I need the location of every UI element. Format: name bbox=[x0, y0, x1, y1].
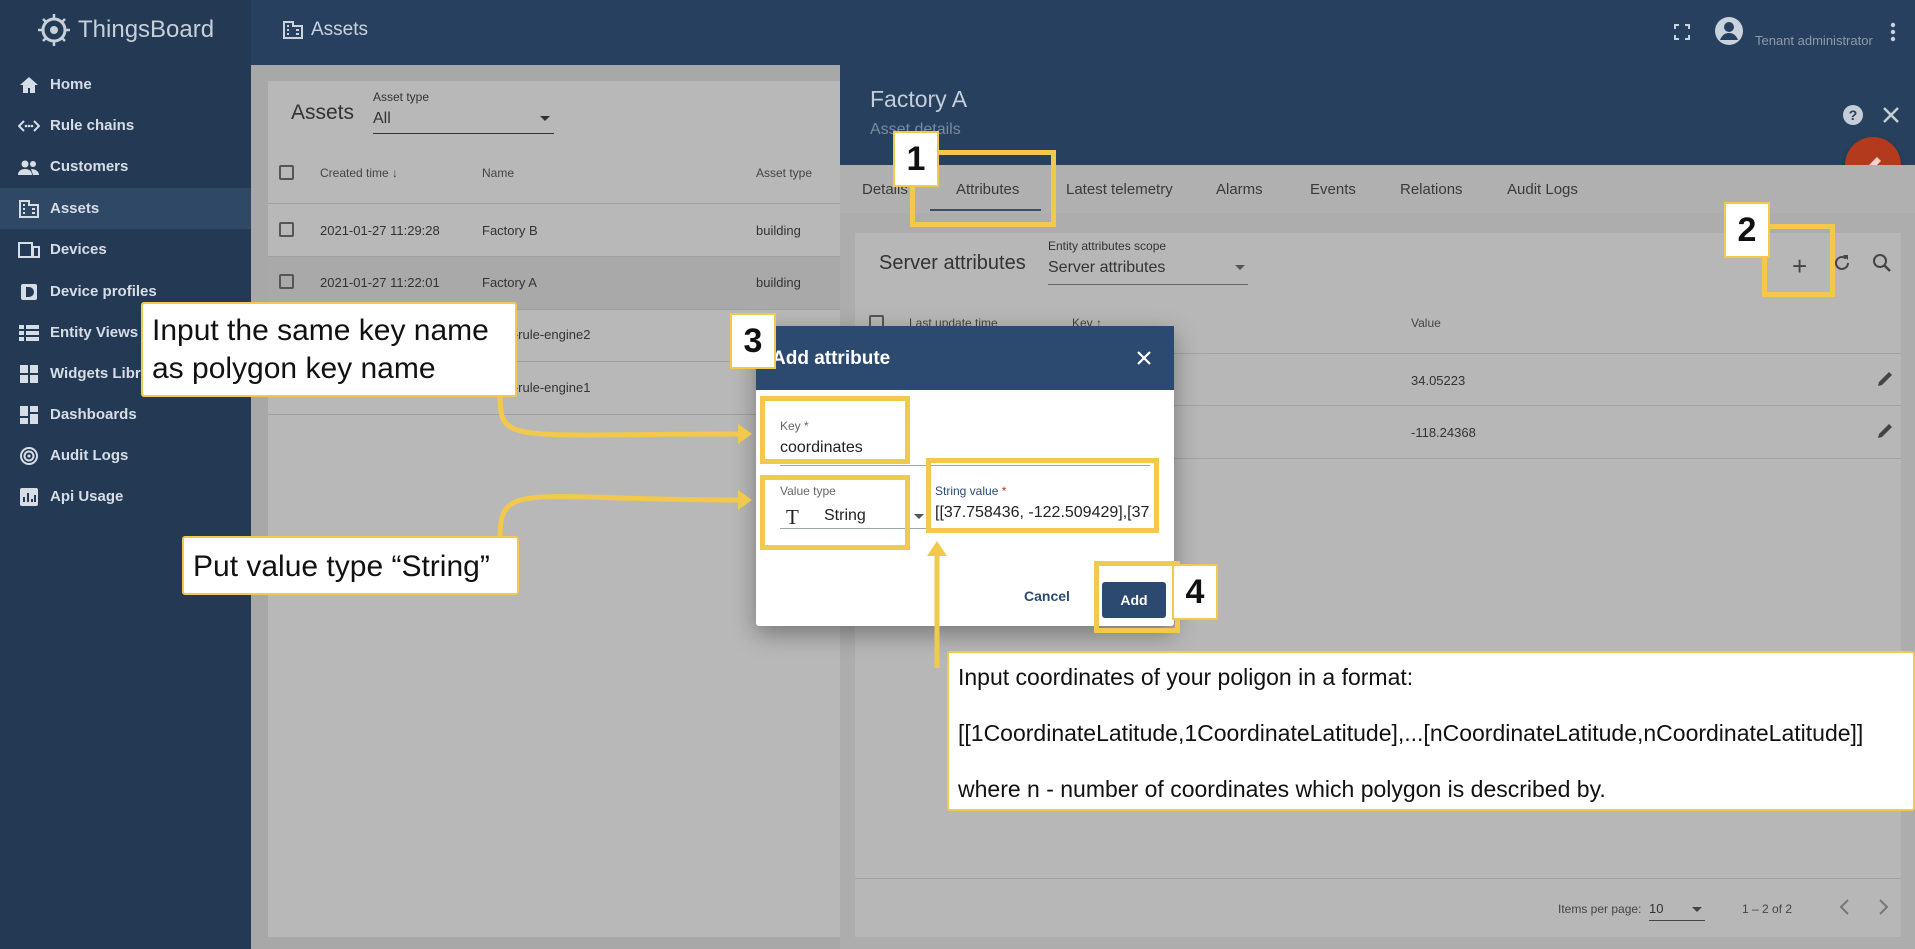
callout-key-name: Input the same key name as polygon key n… bbox=[141, 302, 517, 397]
callout-value-type: Put value type “String” bbox=[182, 536, 519, 595]
callout-coordinates-format: Input coordinates of your poligon in a f… bbox=[947, 651, 1915, 811]
